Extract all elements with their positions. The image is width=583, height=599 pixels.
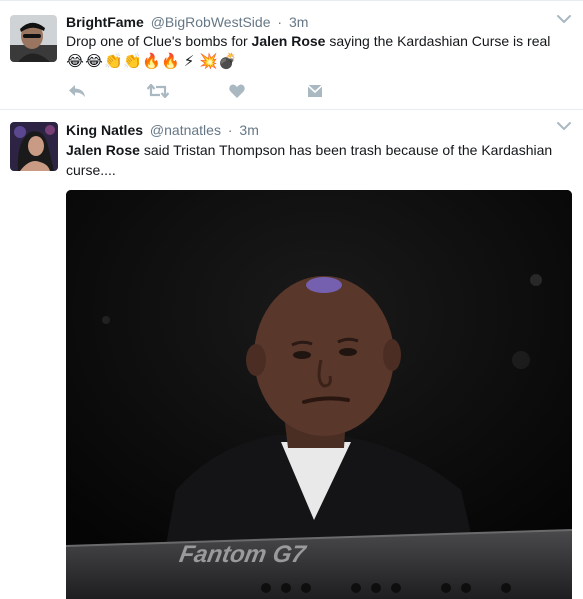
tweet[interactable]: King Natles @natnatles · 3m Jalen Rose s… (0, 111, 583, 599)
tweet[interactable]: BrightFame @BigRobWestSide · 3m Drop one… (0, 4, 583, 110)
header-separator: · (227, 122, 233, 138)
avatar[interactable] (10, 15, 57, 62)
collision-emoji: 💥 (199, 52, 218, 70)
tweet-text: Drop one of Clue's bombs for Jalen Rose … (66, 31, 571, 51)
tweet-author-name[interactable]: King Natles (66, 122, 143, 138)
avatar[interactable] (10, 122, 58, 171)
chevron-down-icon[interactable] (557, 121, 571, 131)
tweet-actions (66, 81, 346, 101)
tweet-timestamp[interactable]: 3m (239, 122, 258, 138)
tweet-author-name[interactable]: BrightFame (66, 14, 144, 30)
tweet-header: King Natles @natnatles · 3m (66, 121, 259, 139)
chevron-down-icon[interactable] (557, 14, 571, 24)
direct-message-icon[interactable] (304, 81, 326, 101)
fire-emoji: 🔥 (161, 52, 180, 70)
clapping-hands-emoji: 👏 (104, 52, 123, 70)
clapping-hands-emoji: 👏 (123, 52, 142, 70)
tweet-media-image[interactable]: Fantom G7 (66, 190, 572, 599)
tweet-author-handle[interactable]: @natnatles (150, 122, 221, 138)
tweet-author-handle[interactable]: @BigRobWestSide (151, 14, 271, 30)
tears-of-joy-emoji: 😂 (85, 52, 103, 70)
tweet-emoji-row: 😂 😂 👏 👏 🔥 🔥 ⚡ 💥 💣 (66, 51, 236, 71)
tweet-text: Jalen Rose said Tristan Thompson has bee… (66, 140, 571, 180)
tweet-header: BrightFame @BigRobWestSide · 3m (66, 13, 308, 31)
tweet-text-part: Drop one of Clue's bombs for (66, 33, 252, 49)
tears-of-joy-emoji: 😂 (66, 52, 84, 70)
tweet-text-mention: Jalen Rose (251, 33, 326, 49)
tweet-timestamp[interactable]: 3m (289, 14, 308, 30)
fire-emoji: 🔥 (142, 52, 161, 70)
bomb-emoji: 💣 (218, 52, 237, 70)
retweet-icon[interactable] (147, 81, 169, 101)
lightning-emoji: ⚡ (183, 52, 195, 70)
heart-icon[interactable] (226, 81, 248, 101)
tweet-text-part: saying the Kardashian Curse is real (325, 33, 551, 49)
keyboard-brand-text: Fantom G7 (177, 541, 309, 568)
reply-icon[interactable] (66, 81, 88, 101)
tweet-text-mention: Jalen Rose (66, 142, 140, 158)
header-separator: · (277, 14, 283, 30)
